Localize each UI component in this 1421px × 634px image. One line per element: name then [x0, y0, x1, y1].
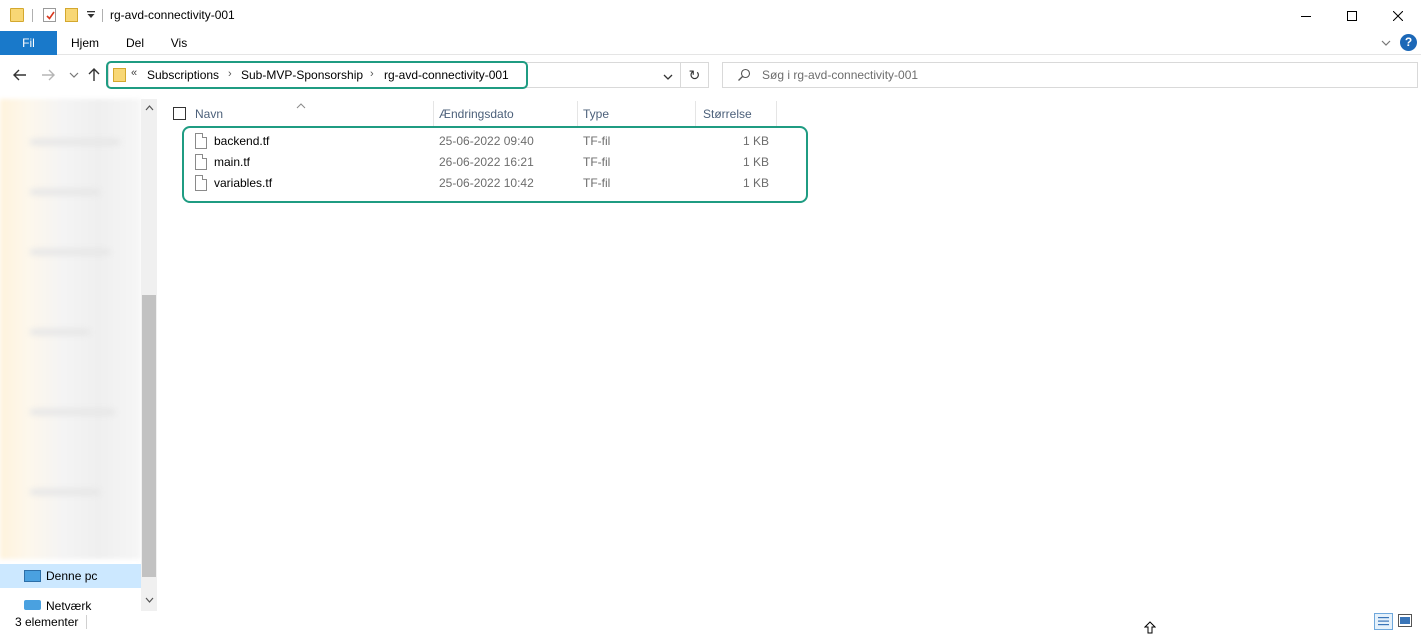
- computer-icon: [24, 570, 41, 582]
- scroll-down-icon[interactable]: [141, 593, 157, 607]
- column-divider[interactable]: [433, 101, 434, 127]
- status-divider: [86, 615, 87, 629]
- blurred-item: [30, 139, 120, 145]
- network-icon: [24, 600, 41, 610]
- item-count: 3 elementer: [15, 615, 79, 629]
- scrollbar-thumb[interactable]: [142, 295, 156, 577]
- minimize-button[interactable]: [1283, 0, 1329, 31]
- sidebar-item-network[interactable]: Netværk: [0, 596, 141, 612]
- title-bar: rg-avd-connectivity-001: [0, 0, 1421, 31]
- column-header: Navn Ændringsdato Type Størrelse: [160, 98, 780, 127]
- quick-access-dropdown-icon[interactable]: [86, 9, 96, 21]
- address-dropdown-icon[interactable]: [662, 71, 674, 81]
- column-type[interactable]: Type: [583, 107, 609, 121]
- sort-ascending-icon: [296, 98, 306, 109]
- column-divider[interactable]: [577, 101, 578, 127]
- blurred-item: [30, 189, 100, 195]
- large-icons-view-icon[interactable]: [1398, 614, 1412, 627]
- navigation-pane: Denne pc Netværk: [0, 99, 157, 612]
- window-title: rg-avd-connectivity-001: [110, 8, 235, 22]
- folder-icon: [10, 8, 24, 22]
- close-button[interactable]: [1375, 0, 1421, 31]
- help-icon[interactable]: ?: [1400, 34, 1417, 51]
- column-name[interactable]: Navn: [195, 107, 223, 121]
- back-icon[interactable]: [12, 67, 28, 83]
- navpane-scrollbar[interactable]: [141, 99, 157, 611]
- file-list: Navn Ændringsdato Type Størrelse backend…: [160, 99, 1421, 611]
- blurred-item: [30, 489, 100, 495]
- blurred-item: [30, 329, 90, 335]
- search-icon: [737, 68, 751, 82]
- sidebar-item-this-pc[interactable]: Denne pc: [0, 564, 141, 588]
- tab-vis[interactable]: Vis: [162, 31, 196, 55]
- navigation-bar: « Subscriptions › Sub-MVP-Sponsorship › …: [0, 56, 1421, 96]
- ribbon-tabs: Fil Hjem Del Vis ?: [0, 31, 1421, 55]
- maximize-button[interactable]: [1329, 0, 1375, 31]
- address-highlight: [106, 61, 528, 89]
- status-bar: 3 elementer: [0, 611, 1421, 634]
- recent-locations-icon[interactable]: [66, 67, 82, 83]
- forward-icon[interactable]: [40, 67, 56, 83]
- toolbar-divider: [102, 9, 103, 22]
- sidebar-item-label: Denne pc: [46, 569, 98, 583]
- new-folder-icon[interactable]: [65, 8, 78, 22]
- tab-hjem[interactable]: Hjem: [62, 31, 108, 55]
- up-icon[interactable]: [86, 67, 102, 83]
- column-size[interactable]: Størrelse: [703, 107, 752, 121]
- column-divider[interactable]: [695, 101, 696, 127]
- toolbar-divider: [32, 9, 33, 22]
- mouse-cursor-icon: [1143, 621, 1157, 634]
- scroll-up-icon[interactable]: [141, 101, 157, 115]
- files-highlight: [182, 126, 808, 203]
- refresh-icon[interactable]: ↻: [680, 62, 708, 88]
- properties-icon[interactable]: [43, 8, 56, 22]
- column-divider[interactable]: [776, 101, 777, 127]
- expand-ribbon-icon[interactable]: [1380, 37, 1392, 49]
- search-box[interactable]: Søg i rg-avd-connectivity-001: [722, 62, 1418, 88]
- blurred-item: [30, 249, 110, 255]
- tab-fil[interactable]: Fil: [0, 31, 57, 55]
- tab-del[interactable]: Del: [118, 31, 152, 55]
- column-date[interactable]: Ændringsdato: [439, 107, 514, 121]
- select-all-checkbox[interactable]: [173, 107, 186, 120]
- search-placeholder: Søg i rg-avd-connectivity-001: [762, 68, 919, 82]
- details-view-icon[interactable]: [1374, 613, 1393, 630]
- blurred-item: [30, 409, 115, 415]
